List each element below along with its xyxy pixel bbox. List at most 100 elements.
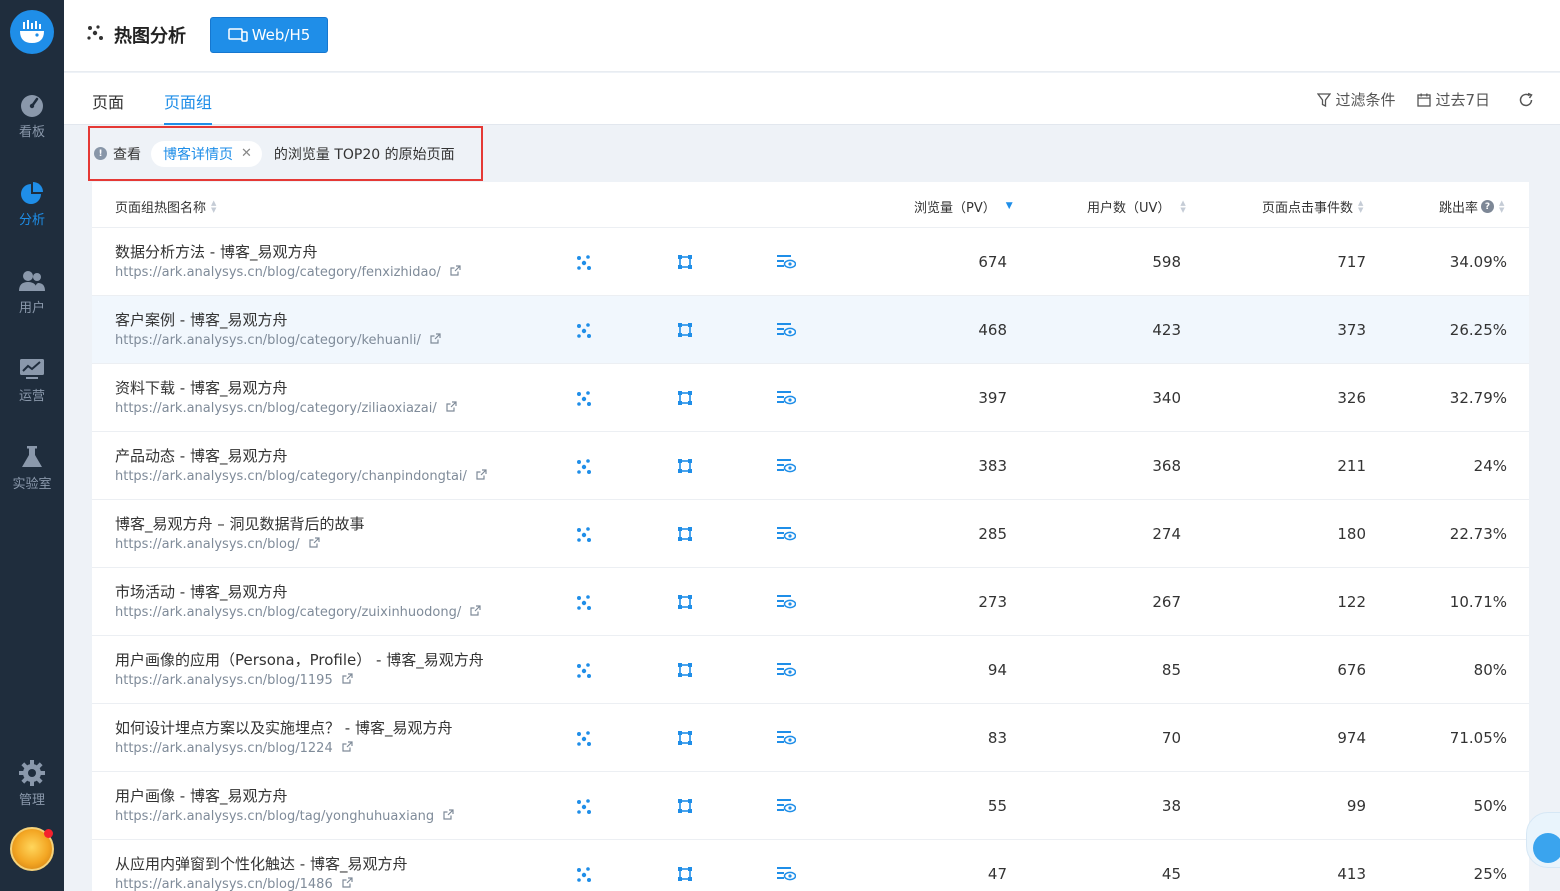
view-heatmap-icon[interactable] bbox=[574, 728, 594, 748]
transform-element-icon[interactable] bbox=[675, 524, 695, 544]
devices-icon bbox=[227, 28, 248, 42]
view-heatmap-icon[interactable] bbox=[574, 864, 594, 884]
page-group-name[interactable]: 如何设计埋点方案以及实施埋点？ - 博客_易观方舟 bbox=[115, 717, 452, 738]
page-group-name[interactable]: 资料下载 - 博客_易观方舟 bbox=[115, 377, 287, 398]
tab-page[interactable]: 页面 bbox=[92, 89, 124, 125]
page-url: https://ark.analysys.cn/blog/category/zu… bbox=[115, 605, 481, 620]
sort-icon: ▲ ▼ bbox=[1499, 198, 1505, 214]
view-details-icon[interactable] bbox=[776, 388, 796, 408]
external-link-icon[interactable] bbox=[434, 809, 454, 824]
view-heatmap-icon[interactable] bbox=[574, 320, 594, 340]
table-row[interactable]: 市场活动 - 博客_易观方舟 https://ark.analysys.cn/bl… bbox=[92, 568, 1529, 636]
external-link-icon[interactable] bbox=[300, 537, 320, 552]
transform-element-icon[interactable] bbox=[675, 796, 695, 816]
assistant-bot-button[interactable] bbox=[1526, 812, 1560, 868]
transform-element-icon[interactable] bbox=[675, 728, 695, 748]
page-group-name[interactable]: 数据分析方法 - 博客_易观方舟 bbox=[115, 241, 317, 262]
page-group-tag[interactable]: 博客详情页 ✕ bbox=[151, 140, 262, 167]
view-details-icon[interactable] bbox=[776, 456, 796, 476]
external-link-icon[interactable] bbox=[333, 741, 353, 756]
column-header-uv[interactable]: 用户数（UV） ▲ ▼ bbox=[1087, 197, 1186, 216]
transform-element-icon[interactable] bbox=[675, 252, 695, 272]
view-heatmap-icon[interactable] bbox=[574, 660, 594, 680]
transform-element-icon[interactable] bbox=[675, 592, 695, 612]
column-header-pv[interactable]: 浏览量（PV） ▼ bbox=[914, 197, 1013, 216]
table-row[interactable]: 博客_易观方舟 – 洞见数据背后的故事 https://ark.analysys.… bbox=[92, 500, 1529, 568]
page-group-name[interactable]: 市场活动 - 博客_易观方舟 bbox=[115, 581, 287, 602]
table-row[interactable]: 客户案例 - 博客_易观方舟 https://ark.analysys.cn/bl… bbox=[92, 296, 1529, 364]
page-title: 热图分析 bbox=[86, 22, 186, 48]
column-header-bounce[interactable]: 跳出率 ? ▲ ▼ bbox=[1439, 197, 1504, 216]
view-details-icon[interactable] bbox=[776, 252, 796, 272]
pv-value: 285 bbox=[978, 525, 1007, 543]
view-heatmap-icon[interactable] bbox=[574, 524, 594, 544]
external-link-icon[interactable] bbox=[461, 605, 481, 620]
transform-element-icon[interactable] bbox=[675, 456, 695, 476]
table-row[interactable]: 如何设计埋点方案以及实施埋点？ - 博客_易观方舟 https://ark.ana… bbox=[92, 704, 1529, 772]
sidebar-item-lab[interactable]: 实验室 bbox=[0, 432, 64, 502]
filter-icon bbox=[1317, 92, 1332, 107]
page-group-name[interactable]: 产品动态 - 博客_易观方舟 bbox=[115, 445, 287, 466]
table-row[interactable]: 产品动态 - 博客_易观方舟 https://ark.analysys.cn/bl… bbox=[92, 432, 1529, 500]
view-heatmap-icon[interactable] bbox=[574, 252, 594, 272]
view-details-icon[interactable] bbox=[776, 592, 796, 612]
bounce-rate-value: 22.73% bbox=[1449, 525, 1507, 543]
clicks-value: 974 bbox=[1337, 729, 1366, 747]
table-row[interactable]: 从应用内弹窗到个性化触达 - 博客_易观方舟 https://ark.analys… bbox=[92, 840, 1529, 891]
clicks-value: 676 bbox=[1337, 661, 1366, 679]
view-heatmap-icon[interactable] bbox=[574, 796, 594, 816]
date-range-picker[interactable]: 过去7日 bbox=[1417, 89, 1490, 110]
dashboard-gauge-icon bbox=[18, 91, 46, 119]
view-heatmap-icon[interactable] bbox=[574, 456, 594, 476]
transform-element-icon[interactable] bbox=[675, 388, 695, 408]
page-url: https://ark.analysys.cn/blog/1486 bbox=[115, 877, 353, 891]
view-details-icon[interactable] bbox=[776, 660, 796, 680]
page-group-name[interactable]: 从应用内弹窗到个性化触达 - 博客_易观方舟 bbox=[115, 853, 407, 874]
tab-page-group[interactable]: 页面组 bbox=[164, 89, 213, 125]
page-group-name[interactable]: 用户画像 - 博客_易观方舟 bbox=[115, 785, 287, 806]
sidebar-item-admin[interactable]: 管理 bbox=[0, 748, 64, 818]
avatar[interactable] bbox=[10, 827, 54, 871]
view-heatmap-icon[interactable] bbox=[574, 592, 594, 612]
page-group-name[interactable]: 用户画像的应用（Persona，Profile） - 博客_易观方舟 bbox=[115, 649, 484, 670]
view-heatmap-icon[interactable] bbox=[574, 388, 594, 408]
view-details-icon[interactable] bbox=[776, 864, 796, 884]
view-details-icon[interactable] bbox=[776, 728, 796, 748]
external-link-icon[interactable] bbox=[441, 265, 461, 280]
view-details-icon[interactable] bbox=[776, 796, 796, 816]
page-url: https://ark.analysys.cn/blog/1195 bbox=[115, 673, 353, 688]
table-row[interactable]: 资料下载 - 博客_易观方舟 https://ark.analysys.cn/bl… bbox=[92, 364, 1529, 432]
close-icon[interactable]: ✕ bbox=[241, 146, 252, 161]
view-details-icon[interactable] bbox=[776, 320, 796, 340]
page-url-text: https://ark.analysys.cn/blog/category/ch… bbox=[115, 469, 467, 484]
sidebar-item-dashboard[interactable]: 看板 bbox=[0, 80, 64, 150]
uv-value: 38 bbox=[1161, 797, 1181, 815]
page-group-name[interactable]: 客户案例 - 博客_易观方舟 bbox=[115, 309, 287, 330]
external-link-icon[interactable] bbox=[437, 401, 457, 416]
sidebar: 看板 分析 用户 运营 实验室 管理 bbox=[0, 0, 64, 891]
help-icon[interactable]: ? bbox=[1481, 200, 1495, 213]
platform-web-h5-button[interactable]: Web/H5 bbox=[210, 17, 328, 53]
external-link-icon[interactable] bbox=[333, 877, 353, 891]
table-row[interactable]: 用户画像 - 博客_易观方舟 https://ark.analysys.cn/bl… bbox=[92, 772, 1529, 840]
column-header-clicks[interactable]: 页面点击事件数 ▲ ▼ bbox=[1262, 197, 1363, 216]
sidebar-item-operations[interactable]: 运营 bbox=[0, 344, 64, 414]
view-details-icon[interactable] bbox=[776, 524, 796, 544]
filter-conditions-button[interactable]: 过滤条件 bbox=[1317, 89, 1395, 110]
table-row[interactable]: 用户画像的应用（Persona，Profile） - 博客_易观方舟 https:… bbox=[92, 636, 1529, 704]
table-row[interactable]: 数据分析方法 - 博客_易观方舟 https://ark.analysys.cn/… bbox=[92, 228, 1529, 296]
sidebar-item-users[interactable]: 用户 bbox=[0, 256, 64, 326]
transform-element-icon[interactable] bbox=[675, 864, 695, 884]
app-logo[interactable] bbox=[10, 10, 54, 54]
refresh-button[interactable] bbox=[1518, 92, 1538, 108]
external-link-icon[interactable] bbox=[421, 333, 441, 348]
external-link-icon[interactable] bbox=[467, 469, 487, 484]
pv-value: 47 bbox=[987, 865, 1007, 883]
sidebar-item-label: 运营 bbox=[18, 388, 45, 404]
transform-element-icon[interactable] bbox=[675, 660, 695, 680]
transform-element-icon[interactable] bbox=[675, 320, 695, 340]
page-group-name[interactable]: 博客_易观方舟 – 洞见数据背后的故事 bbox=[115, 513, 365, 534]
sidebar-item-analysis[interactable]: 分析 bbox=[0, 168, 64, 238]
column-header-name[interactable]: 页面组热图名称 ▲ ▼ bbox=[115, 197, 216, 216]
external-link-icon[interactable] bbox=[333, 673, 353, 688]
